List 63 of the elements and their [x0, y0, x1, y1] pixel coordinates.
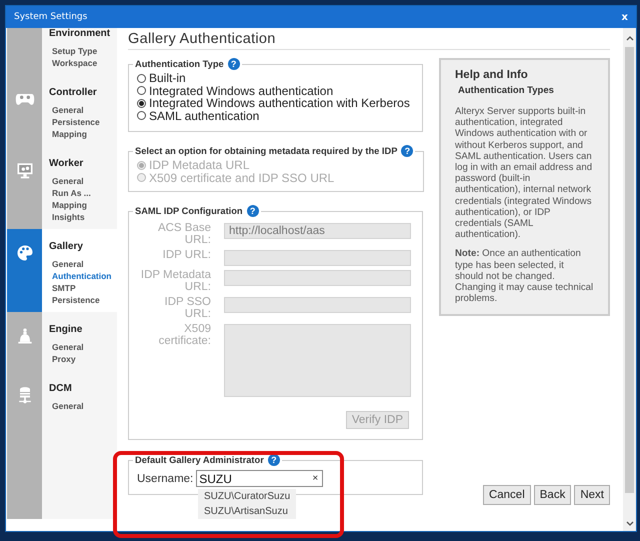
nav-item[interactable]: Setup Type	[52, 45, 98, 57]
nav-section-title[interactable]: Gallery	[49, 241, 83, 252]
nav-section-title[interactable]: DCM	[49, 383, 72, 394]
field-label: IDP URL:	[162, 250, 211, 262]
section-legend: Select an option for obtaining metadata required by the IDP	[135, 146, 398, 156]
back-button[interactable]: Back	[534, 485, 572, 505]
radio-button[interactable]	[137, 86, 146, 96]
nav-section-title[interactable]: Engine	[49, 324, 82, 335]
help-title: Help and Info	[455, 69, 529, 81]
nav-section-title[interactable]: Controller	[49, 87, 97, 98]
nav-item[interactable]: SMTP	[52, 282, 76, 294]
suggestion-item[interactable]: SUZU\ArtisanSuzu	[198, 504, 296, 519]
field-label: IDP Metadata URL:	[140, 270, 211, 293]
nav-item[interactable]: Mapping	[52, 199, 87, 211]
suggestion-item[interactable]: SUZU\CuratorSuzu	[198, 489, 296, 504]
radio-label: Integrated Windows authentication with Kerberos	[149, 97, 410, 110]
nav-item[interactable]: Persistence	[52, 116, 100, 128]
nav-item[interactable]: Run As ...	[52, 187, 91, 199]
scroll-down-icon[interactable]	[626, 521, 634, 526]
nav-item[interactable]: General	[52, 104, 84, 116]
nav-item[interactable]: Persistence	[52, 294, 100, 306]
clear-button[interactable]: ×	[312, 473, 318, 484]
window-title: System Settings	[14, 12, 88, 22]
help-icon[interactable]: ?	[228, 58, 240, 70]
nav-item[interactable]: General	[52, 400, 84, 412]
radio-label: Built-in	[149, 72, 186, 84]
radio-button[interactable]	[137, 98, 146, 108]
help-paragraph: Note: Once an authentication type has been selected, it should not be changed. Changing it may cause technical problems.	[455, 248, 594, 304]
nav-section-title[interactable]: Worker	[49, 158, 84, 169]
help-icon[interactable]: ?	[268, 454, 280, 466]
radio-label: IDP Metadata URL	[149, 159, 250, 172]
radio-label: X509 certificate and IDP SSO URL	[149, 172, 334, 184]
field-label: Username:	[137, 472, 194, 484]
username-field[interactable]: SUZU ×	[196, 470, 324, 487]
close-button[interactable]: x	[622, 12, 628, 22]
field-label: ACS Base URL:	[156, 223, 211, 246]
help-paragraph: Alteryx Server supports built-in authentication, integrated Windows authentication with or without Kerberos support, and SAML authentication. Users can log in with an email address and password (built-in authentication), internal network credentials (integrated Windows authentication), or IDP credentials (SAML authentication).	[455, 106, 594, 240]
nav-item[interactable]: General	[52, 258, 84, 270]
radio-button[interactable]	[137, 111, 146, 120]
nav-item[interactable]: Mapping	[52, 128, 87, 140]
field-label: X509 certificate:	[158, 324, 211, 347]
section-legend: Authentication Type	[135, 59, 224, 69]
page-title: Gallery Authentication	[128, 28, 610, 50]
help-icon[interactable]: ?	[246, 205, 259, 217]
nav-item[interactable]: Authentication	[52, 270, 112, 282]
radio-label: Integrated Windows authentication	[149, 84, 334, 97]
nav-section-title[interactable]: Environment	[49, 28, 110, 39]
nav-item[interactable]: Proxy	[52, 353, 76, 365]
next-button[interactable]: Next	[574, 485, 610, 505]
section-legend: Default Gallery Administrator	[135, 455, 264, 465]
nav-item[interactable]: Insights	[52, 211, 85, 223]
nav-item[interactable]: General	[52, 175, 84, 187]
nav-item[interactable]: General	[52, 341, 84, 353]
radio-button[interactable]	[137, 74, 146, 83]
palette-icon	[14, 243, 34, 263]
scrollbar[interactable]	[623, 28, 636, 531]
help-subtitle: Authentication Types	[458, 85, 555, 96]
nav-item[interactable]: Workspace	[52, 57, 98, 69]
radio-label: SAML authentication	[149, 110, 260, 122]
scroll-up-icon[interactable]	[626, 36, 634, 41]
field-label: IDP SSO URL:	[164, 297, 211, 320]
cancel-button[interactable]: Cancel	[482, 485, 531, 505]
section-legend: SAML IDP Configuration	[135, 206, 243, 216]
